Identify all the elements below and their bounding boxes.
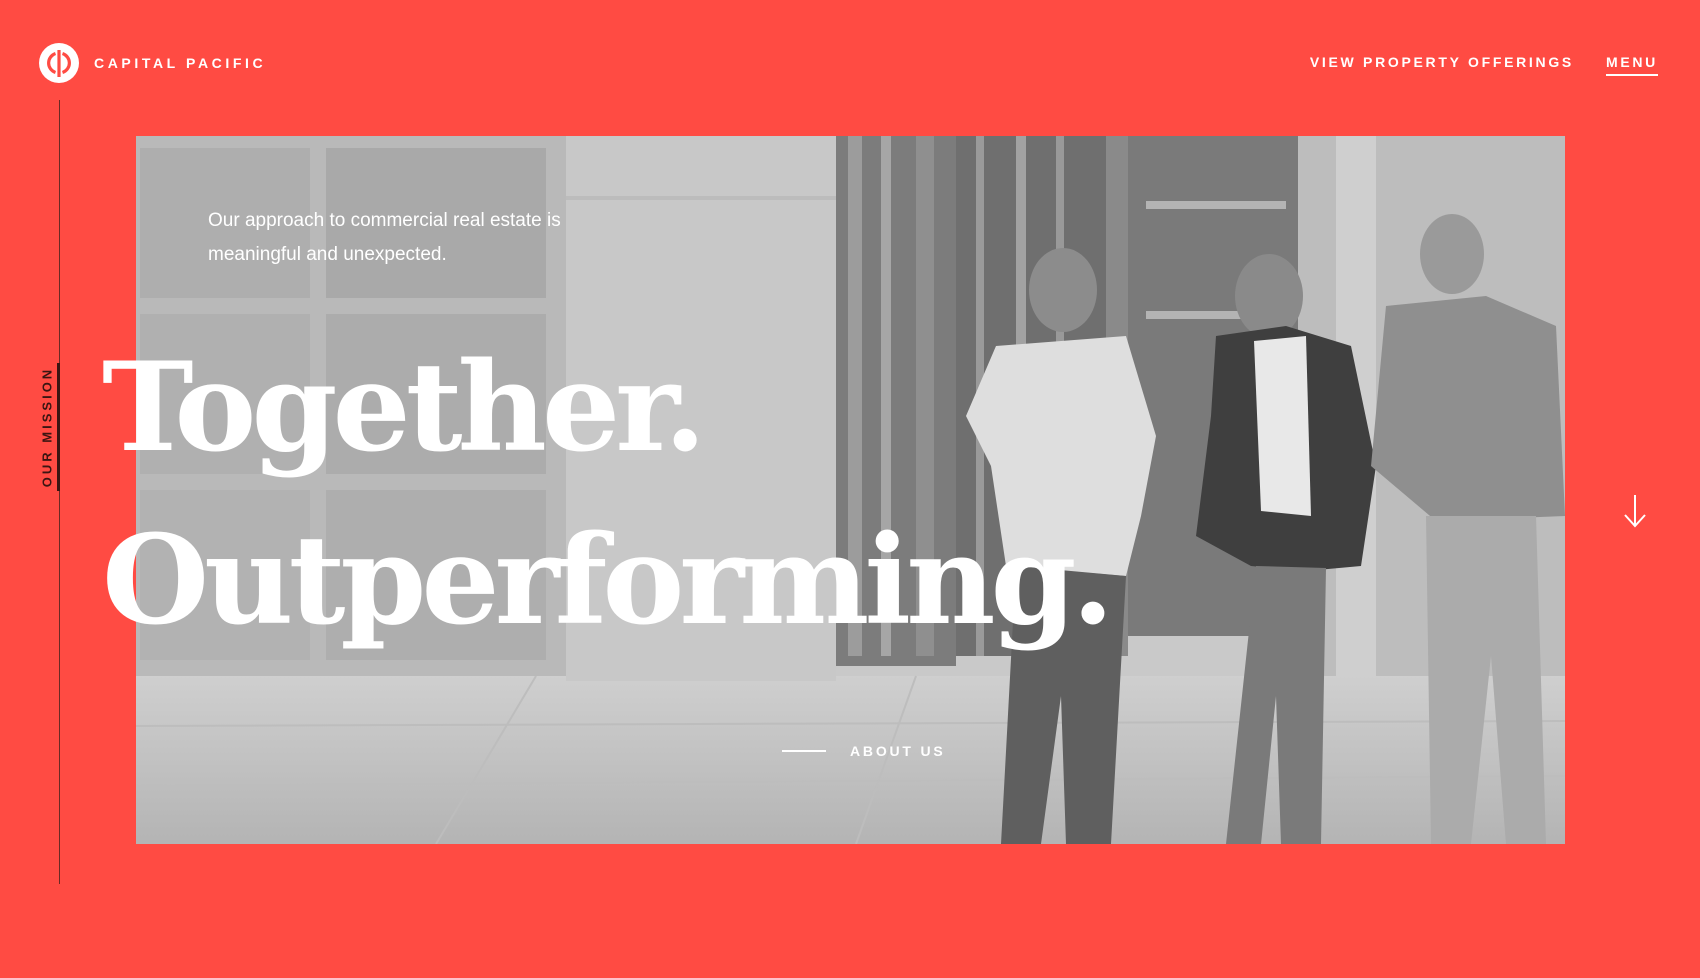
- side-section-label: OUR MISSION: [39, 366, 55, 488]
- side-section-indicator: [57, 363, 60, 491]
- about-us-dash: [782, 750, 826, 752]
- hero-headline: Together. Outperforming.: [102, 322, 1114, 668]
- hero-intro-text: Our approach to commercial real estate i…: [208, 210, 561, 265]
- side-divider: [59, 100, 60, 884]
- brand-name: CAPITAL PACIFIC: [94, 55, 267, 71]
- brand-logo[interactable]: CAPITAL PACIFIC: [38, 42, 266, 84]
- view-property-offerings-link[interactable]: VIEW PROPERTY OFFERINGS: [1310, 54, 1574, 70]
- headline-line-2: Outperforming.: [102, 509, 1114, 653]
- headline-line-1: Together.: [102, 336, 707, 480]
- capital-pacific-logo-icon: [39, 43, 79, 83]
- about-us-link[interactable]: ABOUT US: [782, 743, 946, 759]
- about-us-label: ABOUT US: [850, 743, 946, 759]
- arrow-down-icon[interactable]: [1620, 493, 1650, 529]
- menu-button[interactable]: MENU: [1605, 54, 1658, 76]
- top-nav: VIEW PROPERTY OFFERINGS MENU: [1310, 54, 1658, 76]
